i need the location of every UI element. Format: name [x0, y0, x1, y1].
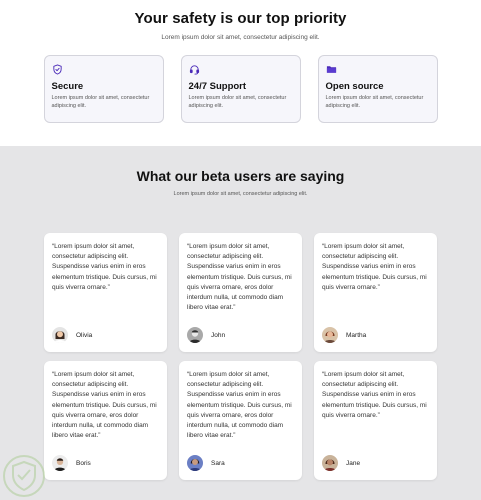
testimonial-author: Olivia	[52, 327, 92, 343]
testimonials-section: What our beta users are saying Lorem ips…	[0, 146, 481, 500]
feature-card-support: 24/7 Support Lorem ipsum dolor sit amet,…	[180, 55, 301, 123]
author-name: Olivia	[76, 331, 93, 339]
testimonial-author: Jane	[322, 455, 360, 471]
testimonial-card: “Lorem ipsum dolor sit amet, consectetur…	[314, 233, 437, 352]
testimonial-card: “Lorem ipsum dolor sit amet, consectetur…	[44, 361, 167, 480]
testimonial-quote: “Lorem ipsum dolor sit amet, consectetur…	[322, 243, 427, 291]
testimonial-quote: “Lorem ipsum dolor sit amet, consectetur…	[187, 371, 292, 440]
headset-icon	[189, 65, 199, 75]
shield-check-icon	[52, 64, 62, 75]
safety-subtitle: Lorem ipsum dolor sit amet, consectetur …	[161, 34, 320, 41]
testimonial-card: “Lorem ipsum dolor sit amet, consectetur…	[44, 233, 167, 352]
author-name: Jane	[346, 459, 361, 467]
testimonials-subtitle: Lorem ipsum dolor sit amet, consectetur …	[173, 191, 308, 197]
watermark-logo-icon	[3, 455, 45, 497]
testimonial-quote: “Lorem ipsum dolor sit amet, consectetur…	[52, 243, 157, 291]
testimonial-author: Sara	[187, 455, 225, 471]
feature-card-secure: Secure Lorem ipsum dolor sit amet, conse…	[43, 55, 164, 123]
testimonial-card: “Lorem ipsum dolor sit amet, consectetur…	[179, 361, 302, 480]
testimonial-author: Martha	[322, 327, 366, 343]
feature-text: Lorem ipsum dolor sit amet, consectetur …	[188, 95, 287, 109]
testimonial-quote: “Lorem ipsum dolor sit amet, consectetur…	[322, 371, 427, 419]
author-name: Sara	[211, 459, 225, 467]
safety-title: Your safety is our top priority	[134, 10, 347, 27]
author-name: Martha	[346, 331, 367, 339]
avatar	[322, 327, 338, 343]
testimonial-author: Boris	[52, 455, 91, 471]
testimonial-card: “Lorem ipsum dolor sit amet, consectetur…	[179, 233, 302, 352]
testimonial-quote: “Lorem ipsum dolor sit amet, consectetur…	[52, 371, 157, 440]
feature-title: Secure	[51, 81, 84, 92]
feature-title: 24/7 Support	[188, 81, 247, 92]
avatar	[187, 327, 203, 343]
safety-section: Your safety is our top priority Lorem ip…	[0, 0, 481, 146]
testimonial-grid: “Lorem ipsum dolor sit amet, consectetur…	[0, 233, 481, 480]
feature-list: Secure Lorem ipsum dolor sit amet, conse…	[0, 55, 481, 123]
avatar	[322, 455, 338, 471]
folder-icon	[326, 66, 336, 73]
testimonial-author: John	[187, 327, 225, 343]
testimonials-title: What our beta users are saying	[136, 168, 345, 184]
author-name: John	[211, 331, 226, 339]
feature-title: Open source	[325, 81, 384, 92]
testimonial-quote: “Lorem ipsum dolor sit amet, consectetur…	[187, 243, 292, 312]
avatar	[187, 455, 203, 471]
avatar	[52, 327, 68, 343]
testimonial-card: “Lorem ipsum dolor sit amet, consectetur…	[314, 361, 437, 480]
feature-text: Lorem ipsum dolor sit amet, consectetur …	[51, 95, 150, 109]
feature-text: Lorem ipsum dolor sit amet, consectetur …	[325, 95, 424, 109]
author-name: Boris	[76, 459, 91, 467]
feature-card-open-source: Open source Lorem ipsum dolor sit amet, …	[317, 55, 438, 123]
avatar	[52, 455, 68, 471]
